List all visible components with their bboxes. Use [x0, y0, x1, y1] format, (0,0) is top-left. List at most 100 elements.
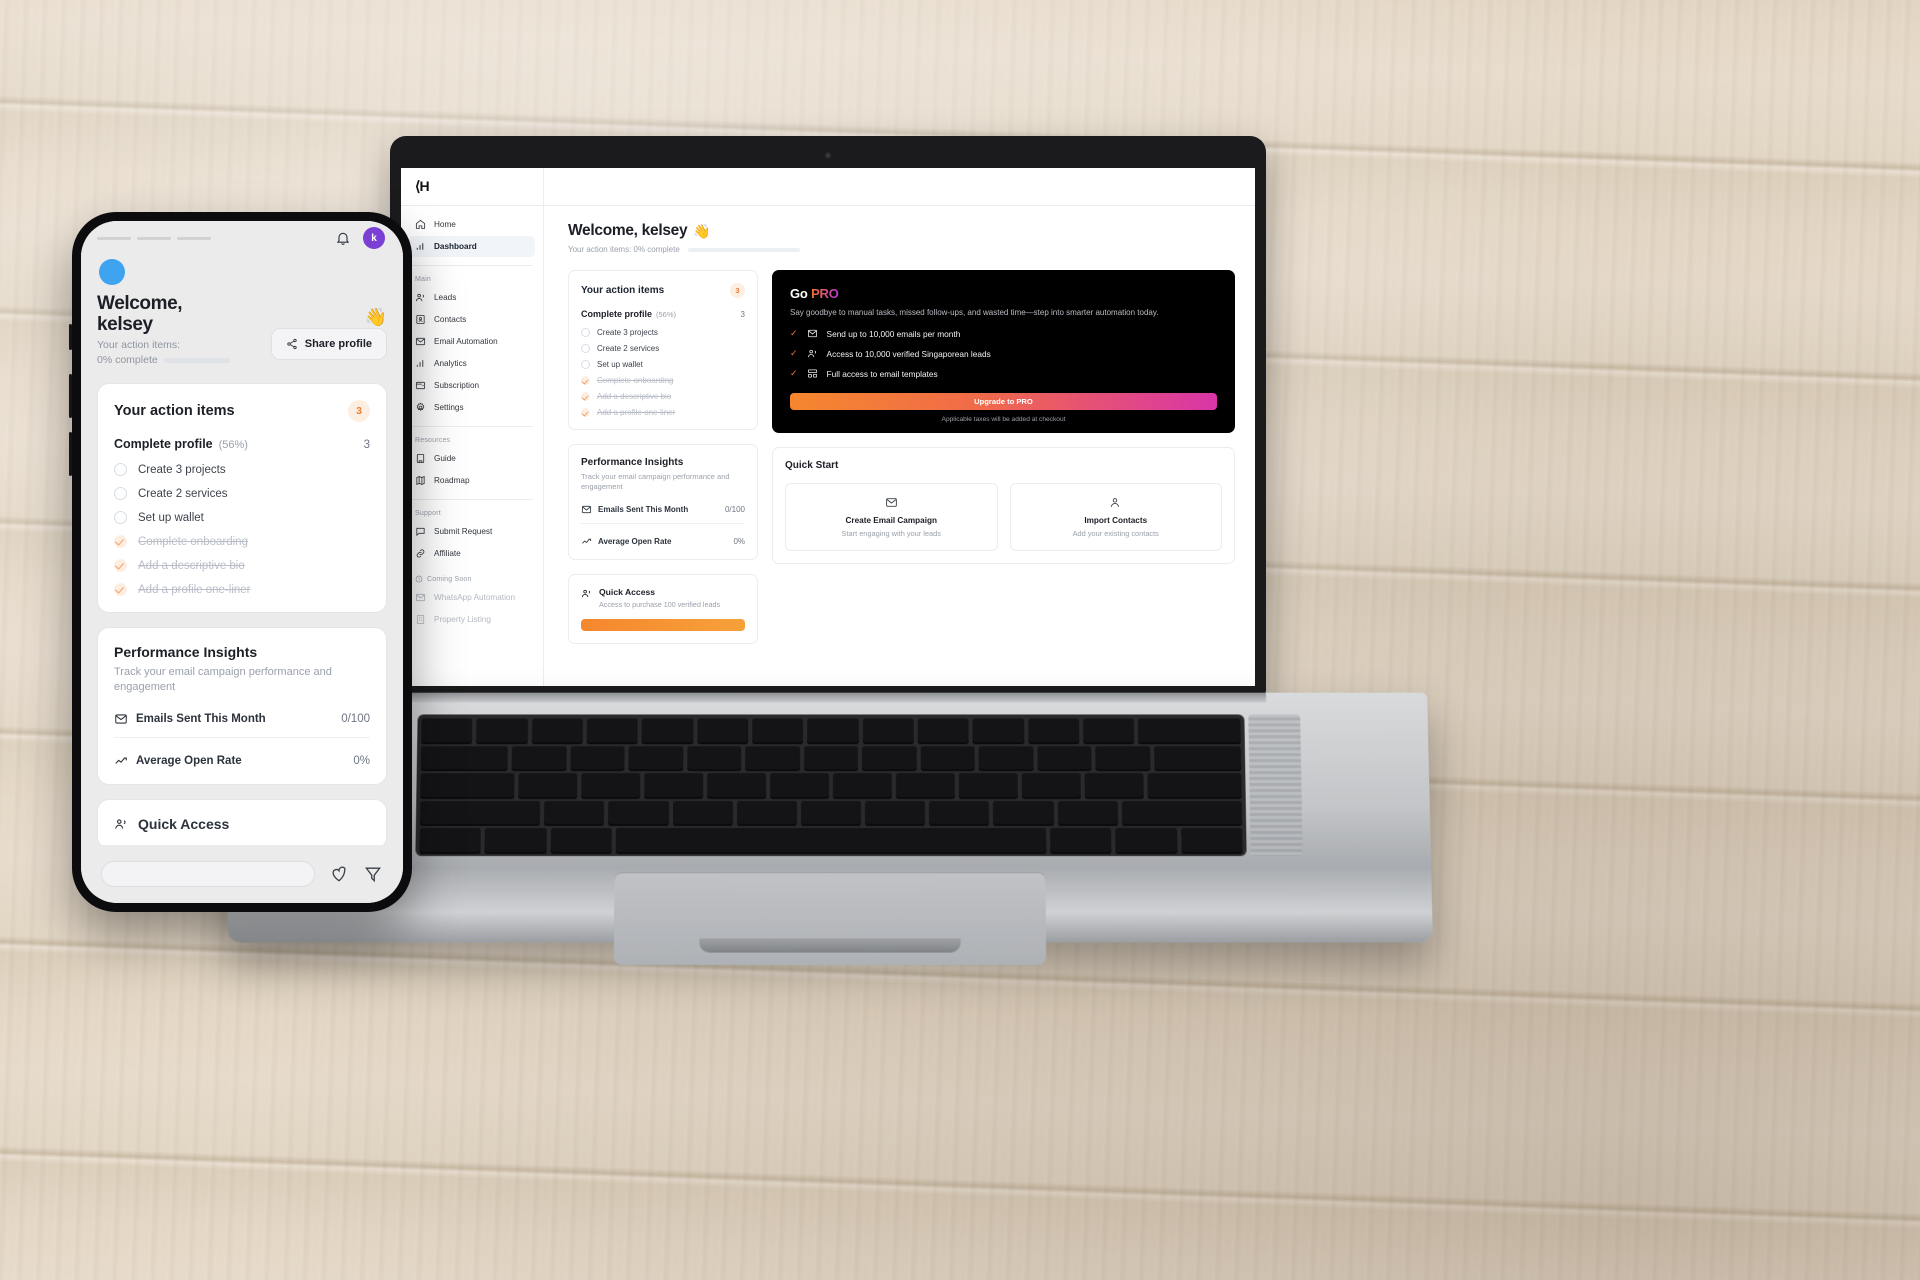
main-scroll-area[interactable]: Welcome, kelsey 👋 Your action items: 0% …	[544, 206, 1255, 686]
key[interactable]	[420, 745, 509, 770]
sidebar-item-guide[interactable]: Guide	[409, 448, 535, 469]
list-item[interactable]: Create 2 services	[581, 344, 745, 353]
key[interactable]	[419, 800, 541, 825]
phone-volume-down-button[interactable]	[69, 432, 72, 476]
sidebar-item-contacts[interactable]: Contacts	[409, 309, 535, 330]
send-icon[interactable]	[363, 864, 383, 884]
key[interactable]	[1095, 745, 1151, 770]
key[interactable]	[697, 718, 749, 742]
checkbox-icon[interactable]	[114, 463, 127, 477]
sidebar-item-roadmap[interactable]: Roadmap	[409, 470, 535, 491]
keyboard[interactable]	[415, 714, 1247, 857]
key[interactable]	[895, 773, 955, 797]
key[interactable]	[993, 800, 1054, 825]
checkbox-icon[interactable]	[114, 487, 127, 501]
key[interactable]	[511, 745, 567, 770]
key[interactable]	[862, 718, 914, 742]
list-item[interactable]: Add a descriptive bio	[114, 559, 370, 573]
address-bar[interactable]	[101, 861, 315, 887]
checkbox-icon[interactable]	[114, 511, 127, 525]
list-item[interactable]: Add a profile one-liner	[114, 583, 370, 597]
key[interactable]	[736, 800, 797, 825]
key[interactable]	[707, 773, 767, 797]
key[interactable]	[770, 773, 829, 797]
sidebar-item-subscription[interactable]: Subscription	[409, 375, 535, 396]
key[interactable]	[581, 773, 641, 797]
sidebar-item-affiliate[interactable]: Affiliate	[409, 543, 535, 564]
key[interactable]	[644, 773, 704, 797]
key[interactable]	[641, 718, 694, 742]
key[interactable]	[752, 718, 804, 742]
key[interactable]	[978, 745, 1034, 770]
list-item[interactable]: Create 3 projects	[581, 328, 745, 337]
key[interactable]	[745, 745, 800, 770]
key[interactable]	[958, 773, 1018, 797]
phone-volume-up-button[interactable]	[69, 374, 72, 418]
share-profile-button[interactable]: Share profile	[270, 328, 387, 360]
key[interactable]	[917, 718, 969, 742]
key[interactable]	[832, 773, 892, 797]
key[interactable]	[1180, 828, 1243, 852]
key[interactable]	[550, 828, 613, 852]
key[interactable]	[1021, 773, 1081, 797]
key[interactable]	[1049, 828, 1112, 852]
key[interactable]	[570, 745, 625, 770]
checkbox-checked-icon[interactable]	[581, 408, 590, 417]
key[interactable]	[862, 745, 917, 770]
sidebar-item-dashboard[interactable]: Dashboard	[409, 236, 535, 257]
list-item[interactable]: Set up wallet	[114, 511, 370, 525]
checkbox-icon[interactable]	[581, 360, 590, 369]
key[interactable]	[807, 718, 859, 742]
list-item[interactable]: Add a profile one-liner	[581, 408, 745, 417]
key[interactable]	[865, 800, 926, 825]
create-email-campaign-card[interactable]: Create Email Campaign Start engaging wit…	[785, 483, 998, 551]
key[interactable]	[484, 828, 547, 852]
list-item[interactable]: Complete onboarding	[581, 376, 745, 385]
sidebar-item-settings[interactable]: Settings	[409, 397, 535, 418]
list-item[interactable]: Set up wallet	[581, 360, 745, 369]
key[interactable]	[586, 718, 639, 742]
key[interactable]	[628, 745, 684, 770]
key[interactable]	[672, 800, 733, 825]
key[interactable]	[686, 745, 742, 770]
key[interactable]	[421, 718, 473, 742]
spacebar-key[interactable]	[615, 828, 1047, 852]
key[interactable]	[419, 828, 482, 852]
key[interactable]	[608, 800, 669, 825]
checkbox-checked-icon[interactable]	[114, 535, 127, 549]
sidebar-item-leads[interactable]: Leads	[409, 287, 535, 308]
phone-silent-switch[interactable]	[69, 324, 72, 350]
upgrade-to-pro-button[interactable]: Upgrade to PRO	[790, 393, 1217, 410]
checkbox-checked-icon[interactable]	[581, 392, 590, 401]
bell-icon[interactable]	[335, 230, 351, 246]
key[interactable]	[518, 773, 578, 797]
key[interactable]	[1115, 828, 1178, 852]
avatar[interactable]: k	[363, 227, 385, 249]
key[interactable]	[1147, 773, 1242, 797]
key[interactable]	[929, 800, 990, 825]
import-contacts-card[interactable]: Import Contacts Add your existing contac…	[1009, 483, 1222, 551]
key[interactable]	[920, 745, 975, 770]
key[interactable]	[1057, 800, 1118, 825]
key[interactable]	[1138, 718, 1241, 742]
key[interactable]	[1027, 718, 1080, 742]
key[interactable]	[1121, 800, 1243, 825]
key[interactable]	[476, 718, 528, 742]
key[interactable]	[1082, 718, 1135, 742]
checkbox-checked-icon[interactable]	[581, 376, 590, 385]
checkbox-checked-icon[interactable]	[114, 559, 127, 573]
brand[interactable]: ⟨H	[401, 168, 543, 206]
sidebar-item-email-automation[interactable]: Email Automation	[409, 331, 535, 352]
heart-icon[interactable]	[329, 864, 349, 884]
sidebar-item-submit-request[interactable]: Submit Request	[409, 521, 535, 542]
checkbox-icon[interactable]	[581, 344, 590, 353]
list-item[interactable]: Complete onboarding	[114, 535, 370, 549]
list-item[interactable]: Create 2 services	[114, 487, 370, 501]
list-item[interactable]: Create 3 projects	[114, 463, 370, 477]
key[interactable]	[972, 718, 1025, 742]
key[interactable]	[1153, 745, 1242, 770]
key[interactable]	[1084, 773, 1144, 797]
key[interactable]	[803, 745, 859, 770]
quick-access-button[interactable]	[581, 619, 745, 632]
key[interactable]	[1037, 745, 1092, 770]
